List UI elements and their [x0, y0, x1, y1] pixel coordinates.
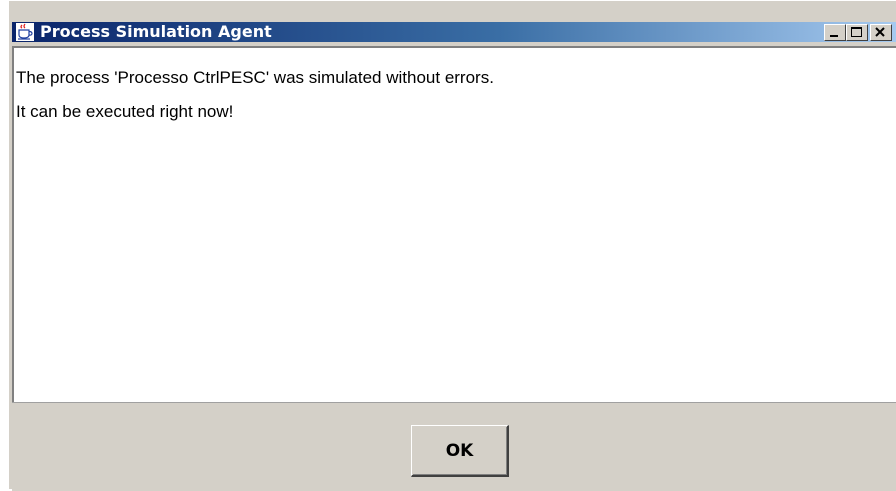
minimize-icon — [830, 35, 838, 37]
window-title: Process Simulation Agent — [40, 22, 272, 41]
window-frame-top — [9, 1, 896, 21]
minimize-button[interactable] — [824, 24, 846, 41]
message-line-1: The process 'Processo CtrlPESC' was simu… — [16, 68, 494, 87]
close-button[interactable] — [870, 24, 892, 41]
title-bar[interactable]: Process Simulation Agent — [12, 22, 896, 42]
message-area: The process 'Processo CtrlPESC' was simu… — [12, 46, 896, 402]
maximize-icon — [851, 27, 862, 37]
button-panel: OK — [12, 402, 896, 491]
maximize-button[interactable] — [846, 24, 868, 41]
close-icon — [875, 27, 885, 37]
java-cup-icon — [16, 23, 34, 41]
ok-button-label: OK — [445, 440, 474, 461]
ok-button[interactable]: OK — [411, 425, 509, 477]
dialog-window: Process Simulation Agent The process 'Pr… — [8, 0, 896, 491]
message-line-2: It can be executed right now! — [16, 102, 234, 121]
